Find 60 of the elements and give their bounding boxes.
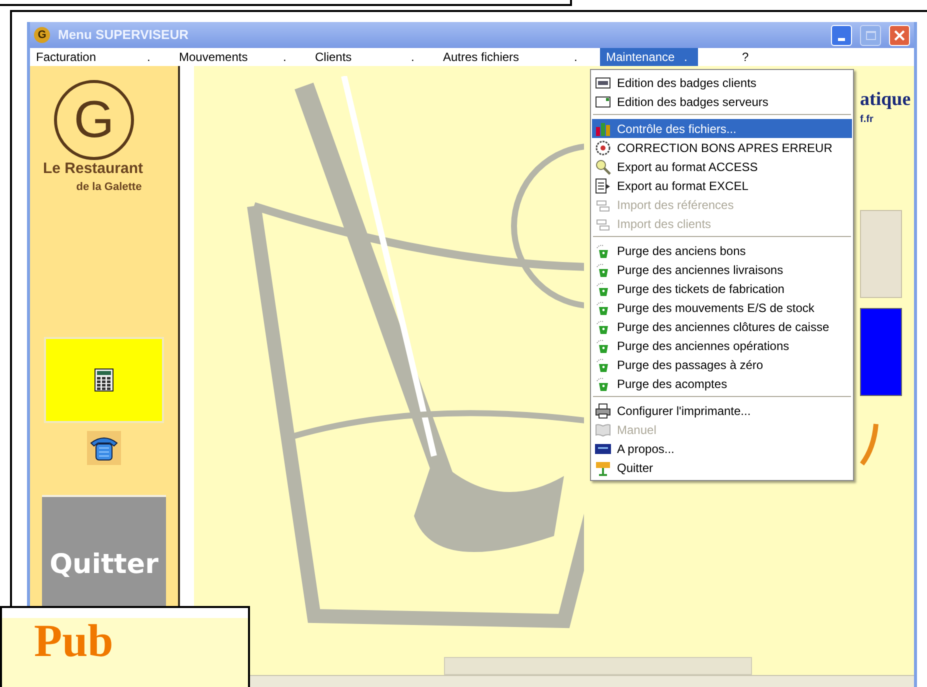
menu-entry[interactable]: Purge des tickets de fabrication <box>592 279 852 298</box>
brush-stroke-icon <box>860 422 880 466</box>
plant-pot-icon <box>595 262 611 278</box>
menu-dot: . <box>574 49 578 66</box>
window-title: Menu SUPERVISEUR <box>58 26 189 44</box>
menu-dot: . <box>283 49 288 66</box>
plant-pot-icon <box>595 356 611 372</box>
menu-entry[interactable]: Purge des anciennes livraisons <box>592 260 852 279</box>
plant-pot-icon <box>595 242 611 258</box>
menu-entry[interactable]: Edition des badges serveurs <box>592 92 852 111</box>
calculator-button[interactable] <box>44 337 164 424</box>
menu-item[interactable]: Clients <box>309 48 411 66</box>
partial-title: atique <box>860 88 911 112</box>
menu-entry[interactable]: CORRECTION BONS APRES ERREUR <box>592 138 852 157</box>
minimize-button[interactable] <box>831 24 852 46</box>
menu-item[interactable]: ? <box>736 48 756 66</box>
ad-title: Pub <box>34 618 114 664</box>
menu-entry[interactable]: Edition des badges clients <box>592 73 852 92</box>
menu-entry[interactable]: Contrôle des fichiers... <box>592 119 852 138</box>
menu-entry[interactable]: Purge des anciennes clôtures de caisse <box>592 317 852 336</box>
restaurant-subtitle: de la Galette <box>76 180 142 195</box>
calculator-icon <box>94 368 114 392</box>
menu-entry[interactable]: A propos... <box>592 439 852 458</box>
plant-pot-icon <box>595 338 611 354</box>
menu-entry[interactable]: Quitter <box>592 458 852 477</box>
minimize-icon <box>838 38 845 40</box>
plant-pot-icon <box>595 318 611 334</box>
menu-entry[interactable]: Purge des anciens bons <box>592 241 852 260</box>
close-icon <box>894 30 905 40</box>
logo-letter: G <box>74 94 114 146</box>
menu-item[interactable]: Maintenance <box>600 48 684 66</box>
app-logo-icon: G <box>34 27 50 43</box>
telephone-icon[interactable] <box>87 431 121 466</box>
close-button[interactable] <box>889 24 910 46</box>
menu-item[interactable]: Autres fichiers <box>437 48 574 66</box>
book-icon <box>595 422 611 438</box>
exit-sign-icon <box>595 460 611 476</box>
printer-icon <box>595 402 611 418</box>
menu-entry[interactable]: Export au format EXCEL <box>592 176 852 195</box>
badge-icon <box>595 74 611 90</box>
plant-pot-icon <box>595 300 611 316</box>
card-icon <box>595 94 611 110</box>
menu-entry[interactable]: Purge des mouvements E/S de stock <box>592 298 852 317</box>
bar-chart-icon <box>595 120 611 136</box>
menu-entry[interactable]: Export au format ACCESS <box>592 157 852 176</box>
plant-pot-icon <box>595 280 611 296</box>
restaurant-name: Le Restaurant <box>42 160 144 179</box>
menu-entry[interactable]: Purge des acomptes <box>592 374 852 393</box>
menu-dot: . <box>147 49 152 66</box>
document-arrow-icon <box>595 178 611 194</box>
menu-entry[interactable]: Purge des anciennes opérations <box>592 336 852 355</box>
menu-entry[interactable]: Purge des passages à zéro <box>592 355 852 374</box>
magnifier-icon <box>595 158 611 174</box>
maximize-icon <box>866 30 876 40</box>
gear-icon <box>595 140 611 156</box>
menu-item[interactable]: Mouvements <box>173 48 283 66</box>
menu-entry[interactable]: Configurer l'imprimante... <box>592 401 852 420</box>
plant-pot-icon <box>595 376 611 392</box>
menu-item[interactable]: Facturation <box>30 48 147 66</box>
menu-dot: . <box>411 49 416 66</box>
